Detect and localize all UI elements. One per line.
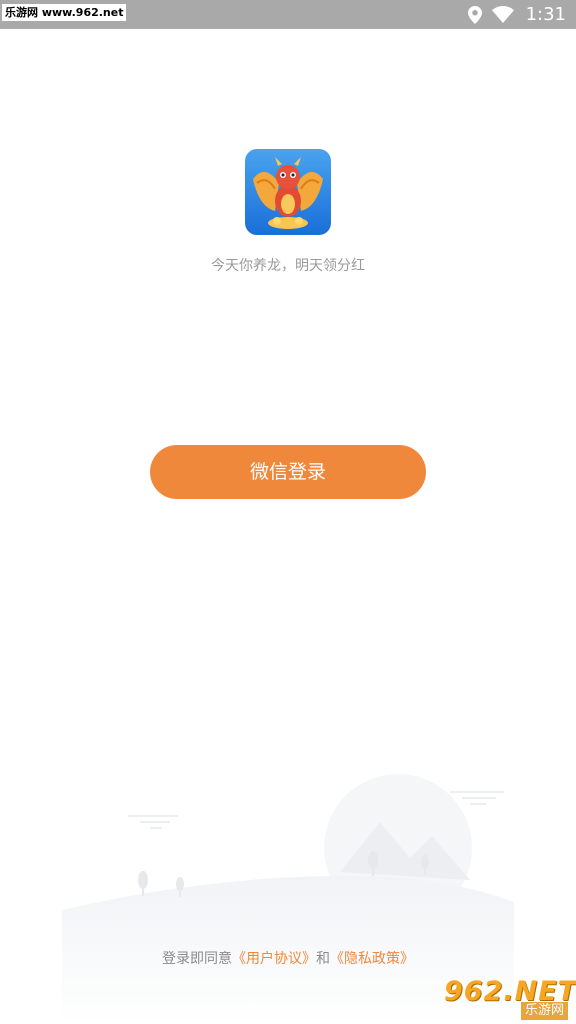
status-bar: 乐游网 www.962.net 1:31: [0, 0, 576, 29]
clock: 1:31: [525, 4, 566, 25]
wifi-icon: [491, 6, 514, 23]
status-icons: 1:31: [467, 0, 566, 29]
user-agreement-link[interactable]: 《用户协议》: [232, 951, 316, 967]
watermark-line2: 乐游网: [520, 1002, 568, 1020]
app-tagline: 今天你养龙，明天领分红: [211, 258, 365, 274]
wechat-login-button[interactable]: 微信登录: [150, 445, 426, 499]
location-icon: [467, 5, 482, 24]
agreement-prefix: 登录即同意: [162, 951, 232, 967]
agreement-conjunction: 和: [316, 951, 330, 967]
agreement-text: 登录即同意《用户协议》和《隐私政策》: [0, 948, 576, 968]
app-logo: [245, 149, 331, 235]
site-watermark: 962.NET 乐游网: [436, 976, 576, 1020]
watermark-tag: 乐游网 www.962.net: [2, 4, 127, 21]
privacy-policy-link[interactable]: 《隐私政策》: [330, 951, 414, 967]
